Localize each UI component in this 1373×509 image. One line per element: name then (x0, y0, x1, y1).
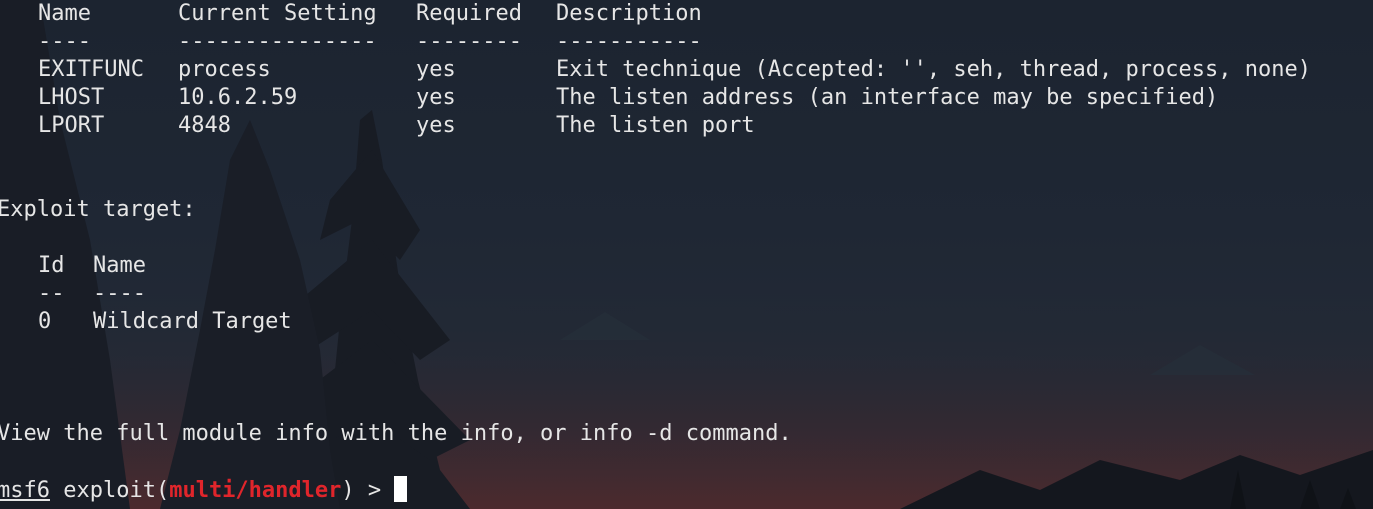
prompt-prefix: msf6 (0, 478, 50, 503)
prompt-exploit-label: exploit( (49, 478, 170, 503)
exploit-target-header: Id Name (0, 252, 146, 280)
option-current-setting: 4848 (178, 113, 231, 138)
option-name: LPORT (38, 113, 105, 138)
divider-current-setting: --------------- (178, 29, 377, 54)
column-header-current-setting: Current Setting (178, 1, 377, 26)
exploit-target-heading-text: Exploit target: (0, 197, 196, 222)
option-required: yes (416, 85, 456, 110)
target-name: Wildcard Target (93, 309, 292, 334)
column-header-required: Required (416, 1, 522, 26)
exploit-target-heading: Exploit target: (0, 196, 196, 224)
option-name: LHOST (38, 85, 105, 110)
divider-target-name: ---- (93, 281, 146, 306)
option-description: Exit technique (Accepted: '', seh, threa… (556, 57, 1311, 82)
option-current-setting: 10.6.2.59 (178, 85, 298, 110)
option-required: yes (416, 113, 456, 138)
option-description: The listen port (556, 113, 755, 138)
table-row: LHOST 10.6.2.59 yes The listen address (… (0, 84, 1218, 112)
table-row: LPORT 4848 yes The listen port (0, 112, 755, 140)
target-id: 0 (38, 309, 52, 334)
options-table-divider: ---- --------------- -------- ----------… (0, 28, 702, 56)
prompt-suffix: ) > (341, 478, 395, 503)
column-header-id: Id (38, 253, 65, 278)
option-description: The listen address (an interface may be … (556, 85, 1219, 110)
terminal-output: Name Current Setting Required Descriptio… (0, 0, 1373, 509)
info-message: View the full module info with the info,… (0, 420, 792, 448)
table-row: 0 Wildcard Target (0, 308, 292, 336)
option-current-setting: process (178, 57, 271, 82)
option-name: EXITFUNC (38, 57, 144, 82)
divider-required: -------- (416, 29, 522, 54)
command-prompt[interactable]: msf6 exploit(multi/handler) > (0, 476, 408, 504)
prompt-module-name: multi/handler (169, 478, 342, 503)
prompt-line[interactable]: msf6 exploit(multi/handler) > (0, 476, 408, 505)
option-required: yes (416, 57, 456, 82)
exploit-target-divider: -- ---- (0, 280, 146, 308)
text-cursor[interactable] (394, 476, 408, 502)
table-row: EXITFUNC process yes Exit technique (Acc… (0, 56, 1311, 84)
divider-description: ----------- (556, 29, 702, 54)
divider-id: -- (38, 281, 65, 306)
column-header-target-name: Name (93, 253, 146, 278)
divider-name: ---- (38, 29, 91, 54)
column-header-name: Name (38, 1, 91, 26)
options-table-header: Name Current Setting Required Descriptio… (0, 0, 702, 28)
column-header-description: Description (556, 1, 702, 26)
info-message-text: View the full module info with the info,… (0, 421, 792, 446)
